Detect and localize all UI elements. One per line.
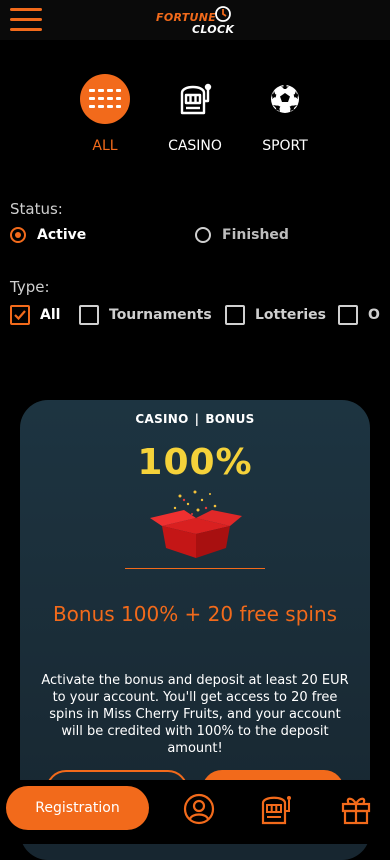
type-tournaments-label: Tournaments <box>109 307 212 323</box>
registration-button[interactable]: Registration <box>6 786 149 830</box>
checkbox-box <box>10 305 30 325</box>
tab-sport[interactable]: SPORT <box>245 74 325 154</box>
top-bar: FORTUNE CLOCK <box>0 0 390 40</box>
clock-icon <box>215 6 231 22</box>
radio-circle <box>195 227 211 243</box>
checkbox-box <box>79 305 99 325</box>
radio-circle <box>10 227 26 243</box>
gift-icon[interactable] <box>340 793 372 825</box>
tab-all[interactable]: ALL <box>65 74 145 154</box>
promo-tags: CASINO | BONUS <box>135 412 255 426</box>
logo-text-clock: CLOCK <box>192 23 235 36</box>
promo-tag-bonus: BONUS <box>205 412 255 426</box>
checkbox-box <box>338 305 358 325</box>
checkmark-icon <box>14 310 26 321</box>
tab-all-label: ALL <box>92 138 118 154</box>
tab-casino[interactable]: CASINO <box>155 74 235 154</box>
status-active-radio[interactable]: Active <box>10 227 86 243</box>
category-tabs: ALL CASINO SPORT <box>0 74 390 164</box>
bottom-nav: Registration <box>0 780 390 844</box>
divider <box>125 568 265 569</box>
menu-icon[interactable] <box>10 7 42 33</box>
type-other-label: O <box>368 307 380 323</box>
slot-machine-icon[interactable] <box>260 793 292 825</box>
status-label: Status: <box>10 200 63 218</box>
type-tournaments-checkbox[interactable]: Tournaments <box>79 305 212 325</box>
promo-percent: 100% <box>137 442 253 483</box>
promo-title: Bonus 100% + 20 free spins <box>52 602 338 626</box>
type-all-label: All <box>40 307 61 323</box>
tab-sport-label: SPORT <box>262 138 308 154</box>
promo-tag-casino: CASINO <box>135 412 189 426</box>
promo-description: Activate the bonus and deposit at least … <box>41 673 349 756</box>
status-finished-label: Finished <box>222 227 289 243</box>
status-active-label: Active <box>37 227 87 243</box>
status-finished-radio[interactable]: Finished <box>195 227 289 243</box>
type-other-checkbox[interactable]: O <box>338 305 380 325</box>
type-label: Type: <box>10 278 50 296</box>
slot-machine-icon <box>170 74 220 124</box>
grid-icon <box>80 74 130 124</box>
soccer-ball-icon <box>260 74 310 124</box>
tab-casino-label: CASINO <box>168 138 222 154</box>
gift-box-icon <box>150 490 242 558</box>
checkbox-box <box>225 305 245 325</box>
type-lotteries-label: Lotteries <box>255 307 326 323</box>
type-lotteries-checkbox[interactable]: Lotteries <box>225 305 326 325</box>
user-icon[interactable] <box>183 793 215 825</box>
logo[interactable]: FORTUNE CLOCK <box>156 5 236 37</box>
type-all-checkbox[interactable]: All <box>10 305 60 325</box>
